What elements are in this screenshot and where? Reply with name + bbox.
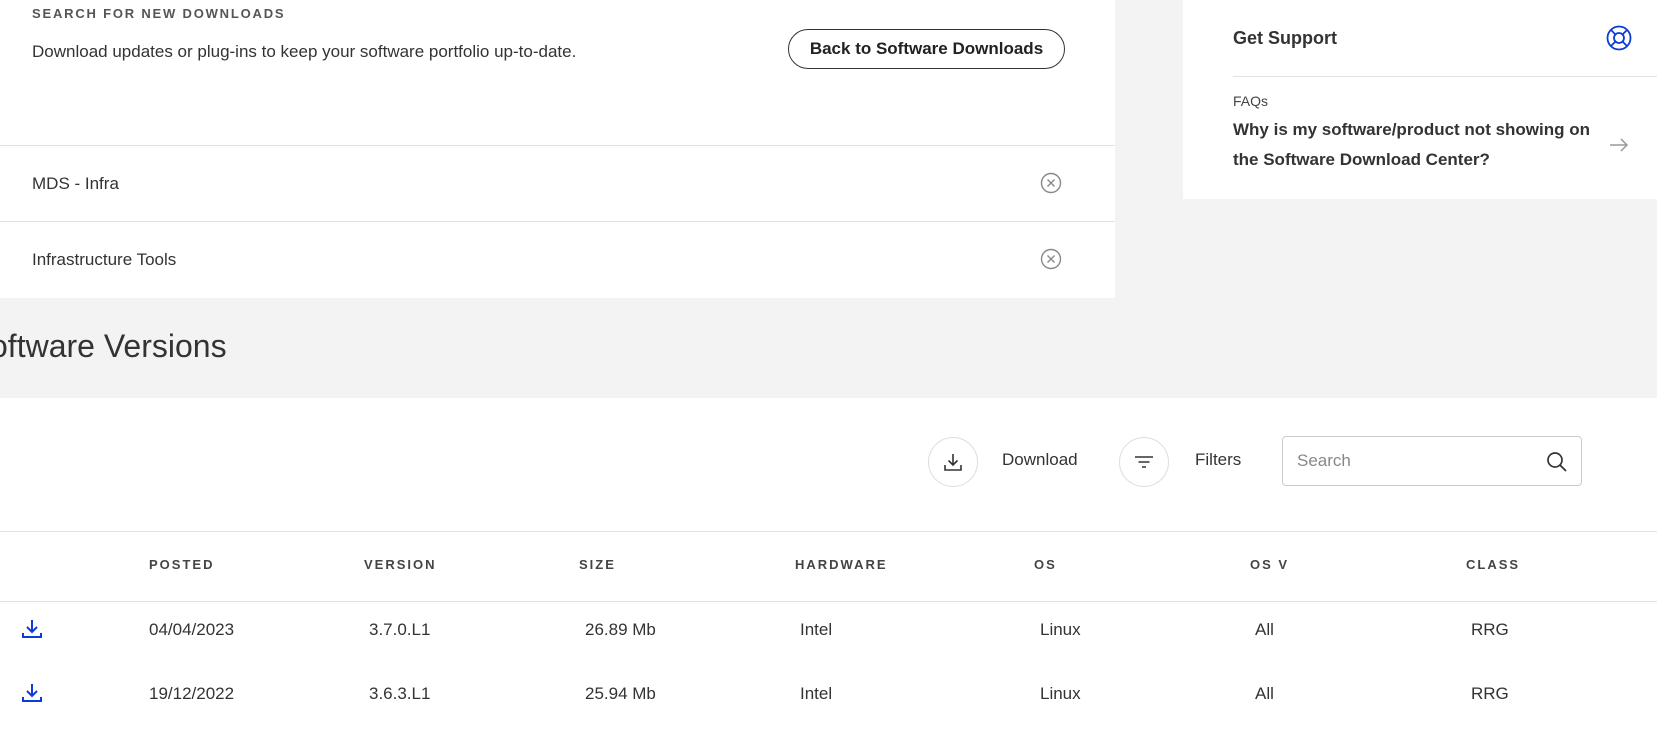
filters-label[interactable]: Filters xyxy=(1195,450,1241,470)
cell-size: 26.89 Mb xyxy=(585,620,656,639)
faq-label: FAQs xyxy=(1233,93,1269,109)
download-icon[interactable] xyxy=(20,617,44,641)
download-icon[interactable] xyxy=(20,681,44,705)
filter-icon xyxy=(1135,456,1153,468)
cell-posted: 04/04/2023 xyxy=(149,620,235,639)
cell-size: 25.94 Mb xyxy=(585,684,656,703)
download-icon xyxy=(944,454,962,471)
back-to-downloads-button[interactable]: Back to Software Downloads xyxy=(788,29,1065,69)
column-header-version[interactable]: VERSION xyxy=(364,557,437,572)
page-section-title: oftware Versions xyxy=(0,328,227,364)
divider xyxy=(0,531,1657,532)
divider xyxy=(0,601,1657,602)
cell-os: Linux xyxy=(1040,620,1081,639)
cell-hardware: Intel xyxy=(800,684,833,703)
section-eyebrow: SEARCH FOR NEW DOWNLOADS xyxy=(32,6,286,21)
column-header-os[interactable]: OS xyxy=(1034,557,1057,572)
column-header-size[interactable]: SIZE xyxy=(579,557,616,572)
support-title: Get Support xyxy=(1233,28,1337,48)
search-box xyxy=(1282,436,1582,486)
cell-class: RRG xyxy=(1471,684,1509,703)
cell-os-version: All xyxy=(1255,684,1274,703)
search-icon[interactable] xyxy=(1545,450,1569,474)
cell-class: RRG xyxy=(1471,620,1509,639)
close-circle-icon[interactable] xyxy=(1040,172,1062,194)
divider xyxy=(1233,76,1657,77)
active-filter-row: MDS - Infra xyxy=(0,145,1115,221)
support-card: Get Support FAQs Why is my software/prod… xyxy=(1183,0,1657,199)
arrow-right-icon[interactable] xyxy=(1608,134,1630,156)
filters-button[interactable] xyxy=(1119,437,1169,487)
column-header-posted[interactable]: POSTED xyxy=(149,557,214,572)
filter-label: Infrastructure Tools xyxy=(32,249,177,269)
cell-posted: 19/12/2022 xyxy=(149,684,235,703)
cell-version: 3.6.3.L1 xyxy=(369,684,431,703)
filter-label: MDS - Infra xyxy=(32,173,119,193)
section-description: Download updates or plug-ins to keep you… xyxy=(32,42,577,61)
close-circle-icon[interactable] xyxy=(1040,248,1062,270)
download-label[interactable]: Download xyxy=(1002,450,1078,470)
cell-hardware: Intel xyxy=(800,620,833,639)
cell-os: Linux xyxy=(1040,684,1081,703)
cell-version: 3.7.0.L1 xyxy=(369,620,431,639)
column-header-class[interactable]: CLASS xyxy=(1466,557,1520,572)
cell-os-version: All xyxy=(1255,620,1274,639)
active-filter-row: Infrastructure Tools xyxy=(0,221,1115,297)
lifebuoy-icon xyxy=(1606,25,1632,51)
search-downloads-panel: SEARCH FOR NEW DOWNLOADS Download update… xyxy=(0,0,1115,298)
column-header-os-version[interactable]: OS V xyxy=(1250,557,1289,572)
column-header-hardware[interactable]: HARDWARE xyxy=(795,557,888,572)
faq-question-link[interactable]: Why is my software/product not showing o… xyxy=(1233,115,1593,175)
search-input[interactable] xyxy=(1297,437,1537,485)
download-button[interactable] xyxy=(928,437,978,487)
